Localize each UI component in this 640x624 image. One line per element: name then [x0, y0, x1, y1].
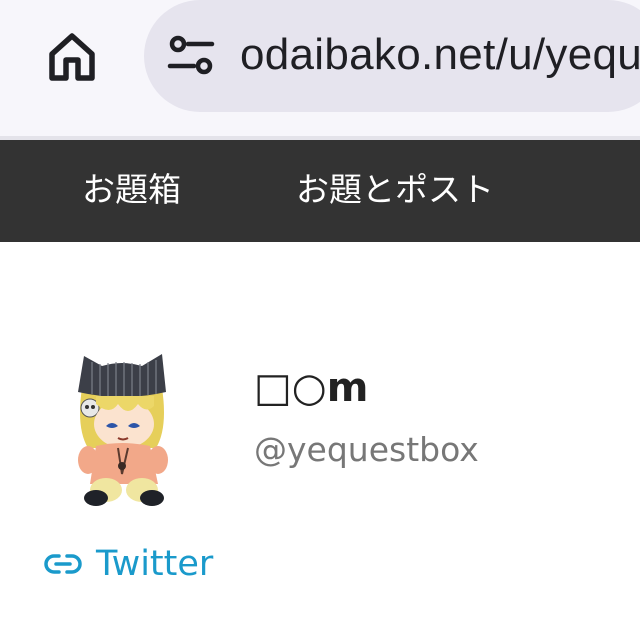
tune-icon [167, 35, 215, 75]
profile-display-name: □○m [254, 365, 369, 411]
plush-avatar-image [78, 354, 168, 506]
profile-handle: @yequestbox [254, 430, 479, 469]
site-navbar: お題箱 お題とポスト [0, 140, 640, 242]
address-bar[interactable]: odaibako.net/u/yequestbox [144, 0, 640, 112]
nav-item-odai-post[interactable]: お題とポスト [296, 170, 494, 210]
url-text[interactable]: odaibako.net/u/yequestbox [240, 30, 640, 80]
twitter-link[interactable]: Twitter [44, 540, 213, 588]
nav-item-odaibako[interactable]: お題箱 [82, 170, 181, 210]
site-info-button[interactable] [166, 34, 216, 78]
avatar [62, 348, 182, 508]
twitter-link-label[interactable]: Twitter [96, 540, 213, 588]
home-button[interactable] [40, 24, 104, 88]
home-icon [49, 33, 95, 81]
link-icon [44, 554, 82, 574]
browser-toolbar: odaibako.net/u/yequestbox [0, 0, 640, 136]
